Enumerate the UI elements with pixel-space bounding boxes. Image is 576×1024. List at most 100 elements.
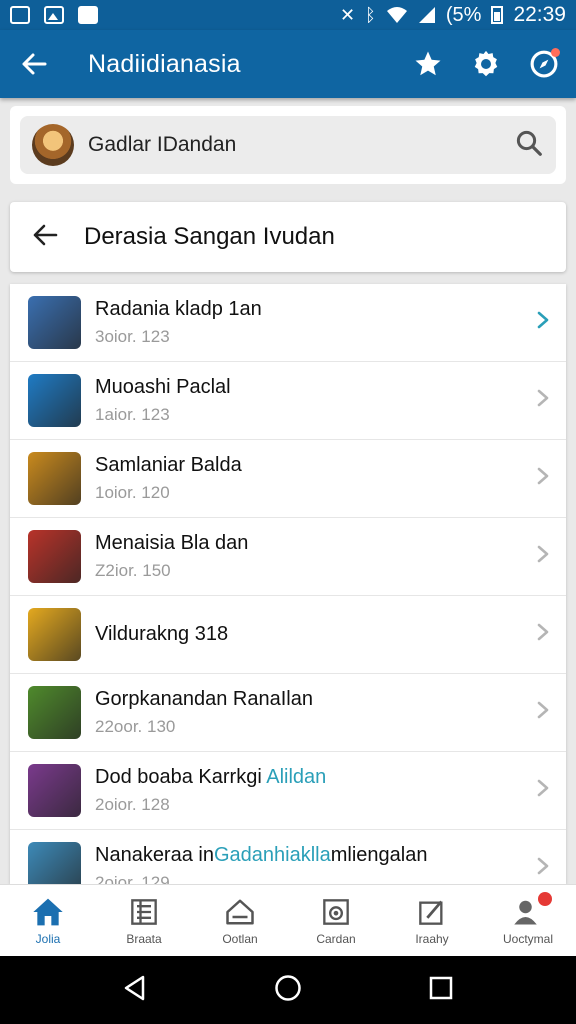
nav-item-braata[interactable]: Braata xyxy=(96,885,192,956)
recents-square-icon[interactable] xyxy=(429,976,453,1005)
nav-label: Uoctymal xyxy=(502,931,553,946)
list-item-subtitle: 2oior. 128 xyxy=(95,795,170,814)
subheader-title: Derasia Sangan Ivudan xyxy=(84,223,335,250)
list-item[interactable]: Vildurakng 318 xyxy=(10,596,566,674)
home-icon xyxy=(32,896,64,928)
chevron-right-icon xyxy=(536,388,550,413)
edit-icon xyxy=(416,896,448,928)
list-item[interactable]: Samlaniar Balda 1oior. 120 xyxy=(10,440,566,518)
chevron-right-icon xyxy=(536,466,550,491)
app-thumbnail xyxy=(28,608,81,661)
list-item[interactable]: Muoashi Paclal 1aior. 123 xyxy=(10,362,566,440)
app-thumbnail xyxy=(28,842,81,884)
back-triangle-icon[interactable] xyxy=(123,975,147,1006)
status-left-icons xyxy=(10,6,98,24)
notification-badge xyxy=(538,891,552,906)
person-icon xyxy=(512,891,552,928)
title-part: mliengalan xyxy=(330,844,428,866)
app-thumbnail xyxy=(28,764,81,817)
status-time: 22:39 xyxy=(513,3,566,26)
list-item-subtitle: 22oor. 130 xyxy=(95,717,176,736)
battery-text: (5% xyxy=(445,3,482,26)
home-circle-icon[interactable] xyxy=(274,974,302,1007)
app-thumbnail xyxy=(28,530,81,583)
battery-icon xyxy=(491,6,504,24)
list-item-texts: Menaisia Bla dan Z2ior. 150 xyxy=(95,532,536,581)
list-item-texts: Nanakeraa inGadanhiakllamliengalan 2oior.… xyxy=(95,844,536,884)
list-item-title: Vildurakng 318 xyxy=(95,623,229,645)
nav-item-iraahy[interactable]: Iraahy xyxy=(384,885,480,956)
list-item-subtitle: Z2ior. 150 xyxy=(95,561,171,580)
chevron-right-icon xyxy=(536,310,550,335)
list-item-title: Nanakeraa inGadanhiakllamliengalan xyxy=(95,844,536,867)
app-title: Nadiidianasia xyxy=(88,49,241,78)
status-right-icons: ✕ ᛒ (5% 22:39 xyxy=(340,3,566,27)
app-thumbnail xyxy=(28,452,81,505)
nav-item-uoctymal[interactable]: Uoctymal xyxy=(480,885,576,956)
list-item[interactable]: Nanakeraa inGadanhiakllamliengalan 2oior.… xyxy=(10,830,566,884)
screenshot-icon xyxy=(10,6,30,24)
title-highlight: Gadanhiaklla xyxy=(213,844,331,866)
list-item[interactable]: Dod boaba Karrkgi Alildan 2oior. 128 xyxy=(10,752,566,830)
list-item-title: Muoashi Paclal xyxy=(95,376,231,398)
wifi-icon xyxy=(386,7,407,23)
nav-label: Iraahy xyxy=(415,931,449,946)
nav-label: Cardan xyxy=(316,931,356,946)
app-list: Radania kladp 1an 3oior. 123 Muoashi Pacla… xyxy=(10,284,566,884)
list-item-subtitle: 1oior. 120 xyxy=(95,483,170,502)
chevron-right-icon xyxy=(536,700,550,725)
star-icon[interactable] xyxy=(412,48,444,80)
nav-item-ootlan[interactable]: Ootlan xyxy=(192,885,288,956)
arrow-left-icon[interactable] xyxy=(18,48,50,80)
search-text: Gadlar IDandan xyxy=(88,133,237,156)
list-item-subtitle: 2oior. 129 xyxy=(95,873,170,884)
mute-icon: ✕ xyxy=(339,5,356,25)
list-item[interactable]: Menaisia Bla dan Z2ior. 150 xyxy=(10,518,566,596)
list-item-texts: Vildurakng 318 xyxy=(95,623,536,646)
list-item[interactable]: Gorpkanandan RanaIlan 22oor. 130 xyxy=(10,674,566,752)
nav-item-cardan[interactable]: Cardan xyxy=(288,885,384,956)
list-item-texts: Gorpkanandan RanaIlan 22oor. 130 xyxy=(95,688,536,737)
mail-icon xyxy=(78,6,98,24)
list-item-title: Dod boaba Karrkgi Alildan xyxy=(95,766,536,789)
app-thumbnail xyxy=(28,374,81,427)
list-item-title: Gorpkanandan RanaIlan xyxy=(95,688,313,710)
list-item[interactable]: Radania kladp 1an 3oior. 123 xyxy=(10,284,566,362)
nav-item-jolia[interactable]: Jolia xyxy=(0,885,96,956)
camera-icon xyxy=(320,896,352,928)
system-nav-bar xyxy=(0,956,576,1024)
list-item-subtitle: 3oior. 123 xyxy=(95,327,170,346)
subheader-back-icon[interactable] xyxy=(32,223,58,252)
compass-icon[interactable] xyxy=(528,48,560,80)
list-item-texts: Dod boaba Karrkgi Alildan 2oior. 128 xyxy=(95,766,536,815)
list-item-texts: Radania kladp 1an 3oior. 123 xyxy=(95,298,536,347)
app-actions xyxy=(412,48,560,80)
list-icon xyxy=(128,896,160,928)
list-item-texts: Samlaniar Balda 1oior. 120 xyxy=(95,454,536,503)
list-item-title: Samlaniar Balda xyxy=(95,454,242,476)
nav-label: Ootlan xyxy=(222,931,258,946)
chevron-right-icon xyxy=(536,622,550,647)
status-bar: ✕ ᛒ (5% 22:39 xyxy=(0,0,576,30)
list-item-subtitle: 1aior. 123 xyxy=(95,405,170,424)
title-highlight: Alildan xyxy=(266,766,327,788)
avatar xyxy=(32,124,74,166)
nav-label: Braata xyxy=(126,931,162,946)
search-card: Gadlar IDandan xyxy=(10,106,566,184)
notification-dot xyxy=(551,48,560,57)
house-outline-icon xyxy=(224,896,256,928)
gear-icon[interactable] xyxy=(470,48,502,80)
image-icon xyxy=(44,6,64,24)
app-bar: Nadiidianasia xyxy=(0,30,576,98)
chevron-right-icon xyxy=(536,544,550,569)
search-icon[interactable] xyxy=(514,128,544,163)
app-thumbnail xyxy=(28,686,81,739)
search-input[interactable]: Gadlar IDandan xyxy=(20,116,556,174)
title-part: Dod boaba Karrkgi xyxy=(95,766,267,788)
bottom-nav: Jolia Braata Ootlan Cardan Iraahy Uoctym… xyxy=(0,884,576,956)
chevron-right-icon xyxy=(536,856,550,881)
subheader: Derasia Sangan Ivudan xyxy=(10,202,566,272)
signal-icon xyxy=(418,7,435,23)
app-thumbnail xyxy=(28,296,81,349)
list-item-title: Radania kladp 1an xyxy=(95,298,262,320)
